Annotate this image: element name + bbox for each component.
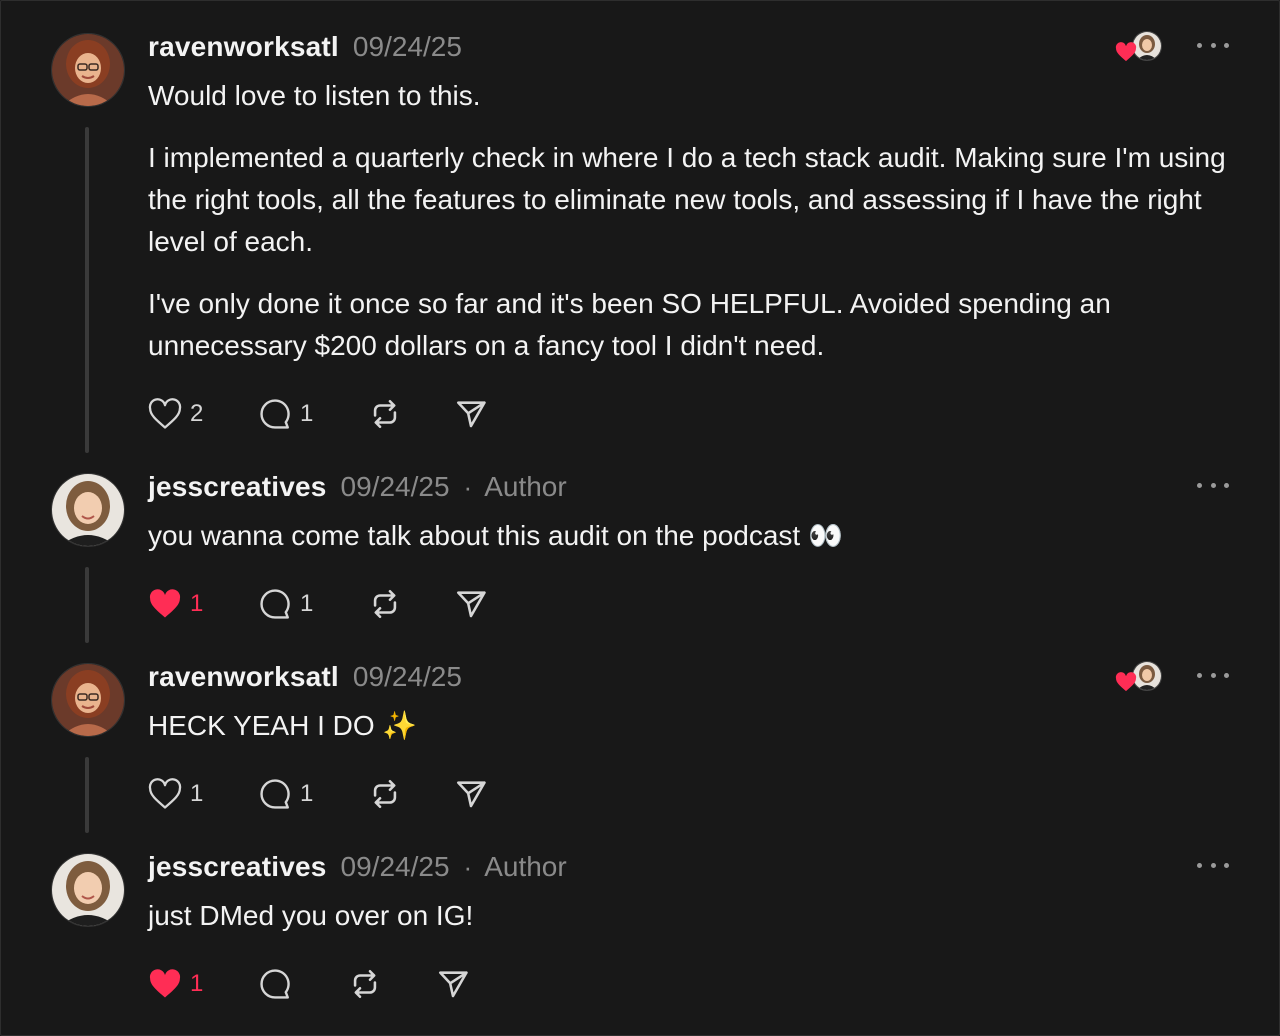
ellipsis-icon	[1197, 42, 1202, 48]
username[interactable]: ravenworksatl	[148, 31, 339, 63]
reply-button[interactable]: 1	[258, 587, 313, 621]
paper-plane-icon	[456, 591, 486, 618]
ellipsis-icon	[1197, 672, 1202, 678]
comment-date: 09/24/25	[340, 471, 450, 502]
avatar[interactable]	[51, 853, 125, 927]
avatar[interactable]	[51, 473, 125, 547]
share-button[interactable]	[454, 777, 488, 811]
comment-paragraph: HECK YEAH I DO ✨	[148, 710, 418, 741]
comment-header: jesscreatives 09/24/25 · Author	[148, 471, 567, 503]
speech-bubble-icon	[260, 589, 290, 619]
like-button[interactable]: 2	[148, 397, 203, 431]
separator-dot: ·	[463, 472, 473, 502]
repost-button[interactable]	[368, 587, 402, 621]
more-options-button[interactable]	[1197, 35, 1229, 55]
heart-icon	[148, 398, 182, 429]
share-button[interactable]	[436, 967, 470, 1001]
repost-icon	[353, 969, 377, 999]
comment-paragraph: Would love to listen to this.	[148, 80, 481, 111]
heart-filled-icon	[149, 969, 181, 998]
repost-icon	[373, 589, 397, 619]
like-count: 1	[190, 970, 204, 997]
comment-body: HECK YEAH I DO ✨	[148, 705, 1238, 767]
comment-body: you wanna come talk about this audit on …	[148, 515, 1238, 577]
author-badge: Author	[484, 851, 567, 882]
reply-button[interactable]: 1	[258, 777, 313, 811]
like-count: 1	[190, 780, 204, 807]
liked-by-author-indicator	[1115, 31, 1163, 63]
repost-icon	[373, 779, 397, 809]
comment-date: 09/24/25	[340, 851, 450, 882]
like-count: 1	[190, 590, 204, 617]
more-options-button[interactable]	[1197, 665, 1229, 685]
comment-header: ravenworksatl 09/24/25	[148, 31, 462, 63]
heart-icon	[1115, 672, 1137, 692]
username[interactable]: jesscreatives	[148, 851, 327, 883]
more-options-button[interactable]	[1197, 855, 1229, 875]
username[interactable]: ravenworksatl	[148, 661, 339, 693]
repost-button[interactable]	[348, 967, 382, 1001]
comment-paragraph: just DMed you over on IG!	[148, 900, 474, 931]
reply-button[interactable]: 1	[258, 397, 313, 431]
reply-count: 1	[300, 780, 314, 807]
thread-line	[85, 567, 89, 643]
comment-paragraph: I implemented a quarterly check in where…	[148, 142, 1226, 257]
reply-button[interactable]	[258, 967, 292, 1001]
share-button[interactable]	[454, 397, 488, 431]
heart-icon	[1115, 42, 1137, 62]
comment-header: jesscreatives 09/24/25 · Author	[148, 851, 567, 883]
speech-bubble-icon	[260, 779, 290, 809]
comment-header: ravenworksatl 09/24/25	[148, 661, 462, 693]
comment-body: just DMed you over on IG!	[148, 895, 1238, 957]
avatar[interactable]	[51, 663, 125, 737]
like-button[interactable]: 1	[148, 587, 203, 621]
reply-count: 1	[300, 590, 314, 617]
comment-paragraph: I've only done it once so far and it's b…	[148, 288, 1111, 361]
thread-line	[85, 127, 89, 453]
comment-paragraph: you wanna come talk about this audit on …	[148, 520, 843, 551]
comment-date: 09/24/25	[352, 661, 462, 692]
comment-thread-panel: ravenworksatl 09/24/25 Would love to lis…	[0, 0, 1280, 1036]
reply-count: 1	[300, 400, 314, 427]
speech-bubble-icon	[260, 399, 290, 429]
repost-icon	[373, 399, 397, 429]
like-button[interactable]: 1	[148, 967, 203, 1001]
more-options-button[interactable]	[1197, 475, 1229, 495]
like-button[interactable]: 1	[148, 777, 203, 811]
heart-icon	[148, 778, 182, 809]
heart-filled-icon	[149, 589, 181, 618]
author-badge: Author	[484, 471, 567, 502]
comment-date: 09/24/25	[352, 31, 462, 62]
repost-button[interactable]	[368, 397, 402, 431]
ellipsis-icon	[1197, 482, 1202, 488]
thread-line	[85, 757, 89, 833]
paper-plane-icon	[456, 401, 486, 428]
comment-body: Would love to listen to this. I implemen…	[148, 75, 1238, 387]
paper-plane-icon	[438, 971, 468, 998]
repost-button[interactable]	[368, 777, 402, 811]
speech-bubble-icon	[260, 969, 290, 999]
like-count: 2	[190, 400, 204, 427]
separator-dot: ·	[463, 852, 473, 882]
avatar[interactable]	[51, 33, 125, 107]
liked-by-author-indicator	[1115, 661, 1163, 693]
username[interactable]: jesscreatives	[148, 471, 327, 503]
paper-plane-icon	[456, 781, 486, 808]
share-button[interactable]	[454, 587, 488, 621]
ellipsis-icon	[1197, 862, 1202, 868]
